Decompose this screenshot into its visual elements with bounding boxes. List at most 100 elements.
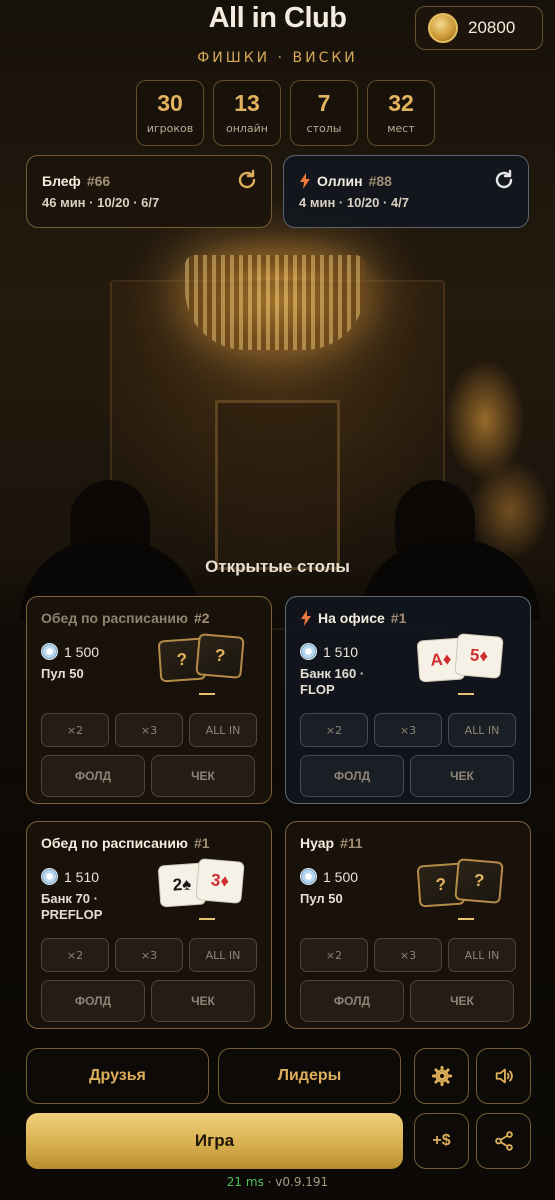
recent-table-name: Блеф #66 [42,173,256,189]
stat-label: мест [387,122,415,135]
x2-button[interactable]: ×2 [41,938,109,972]
table-chips: 1 510 [41,868,141,885]
action-buttons: ФОЛД ЧЕК [41,980,255,1022]
recent-table-title: Блеф [42,173,81,189]
table-name: Обед по расписанию #1 [41,834,257,852]
check-button[interactable]: ЧЕК [410,980,514,1022]
stat-value: 7 [317,90,331,116]
friends-button[interactable]: Друзья [26,1048,209,1104]
all-in-button[interactable]: ALL IN [448,713,516,747]
bolt-icon [300,173,310,189]
table-pot: Пул 50 [41,666,84,681]
x2-button[interactable]: ×2 [300,938,368,972]
x3-button[interactable]: ×3 [374,713,442,747]
fold-button[interactable]: ФОЛД [300,980,404,1022]
chips-value: 1 500 [323,868,359,885]
check-button[interactable]: ЧЕК [151,980,255,1022]
recent-table-number: #66 [86,173,111,189]
all-in-button[interactable]: ALL IN [189,713,257,747]
stat-online: 13 онлайн [213,80,281,146]
chips-value: 1 500 [64,643,100,660]
leaders-button[interactable]: Лидеры [218,1048,401,1104]
table-card[interactable]: Нуар #11 1 500 Пул 50 ? ? ×2 ×3 ALL IN ФО… [285,821,531,1029]
chips-value: 1 510 [64,868,100,885]
stats-bar: 30 игроков 13 онлайн 7 столы 32 мест [136,80,435,146]
hole-cards: ? ? [157,633,251,683]
table-number: #11 [340,835,363,851]
table-card[interactable]: Обед по расписанию #2 1 500 Пул 50 ? ? ×2… [26,596,272,804]
raise-buttons: ×2 ×3 ALL IN [300,713,516,747]
stat-players: 30 игроков [136,80,204,146]
table-title: Нуар [300,835,335,851]
x3-button[interactable]: ×3 [115,713,183,747]
play-button[interactable]: Игра [26,1113,403,1169]
stat-label: онлайн [225,122,269,135]
table-info: 1 510 Банк 160 · FLOP [300,643,400,698]
x2-button[interactable]: ×2 [300,713,368,747]
all-in-button[interactable]: ALL IN [448,938,516,972]
table-chips: 1 500 [300,868,400,885]
card-back: ? [454,858,504,904]
table-name: На офисе #1 [300,609,516,627]
recent-table-meta: 4 мин · 10/20 · 4/7 [299,195,410,210]
chip-icon [300,643,317,660]
balance-badge[interactable]: 20800 [415,6,543,50]
raise-buttons: ×2 ×3 ALL IN [41,938,257,972]
sound-button[interactable] [476,1048,531,1104]
table-title: Обед по расписанию [41,835,188,851]
card-back: ? [195,633,245,679]
hole-cards: 2♠ 3♦ [157,858,251,908]
raise-buttons: ×2 ×3 ALL IN [300,938,516,972]
check-button[interactable]: ЧЕК [410,755,514,797]
chip-icon [300,868,317,885]
share-button[interactable] [476,1113,531,1169]
table-info: 1 510 Банк 70 · PREFLOP [41,868,141,923]
x3-button[interactable]: ×3 [115,938,183,972]
hole-cards: ? ? [416,858,510,908]
x2-button[interactable]: ×2 [41,713,109,747]
recent-table-card-1[interactable]: Блеф #66 46 мин · 10/20 · 6/7 [26,155,272,228]
coin-icon [428,13,458,43]
version-label: v0.9.191 [275,1175,329,1189]
table-info: 1 500 Пул 50 [41,643,141,682]
check-button[interactable]: ЧЕК [151,755,255,797]
settings-button[interactable] [414,1048,469,1104]
speaker-icon [495,1068,513,1084]
stat-label: столы [306,122,342,135]
turn-indicator [458,693,474,695]
stat-value: 32 [388,90,414,116]
table-name: Обед по расписанию #2 [41,609,257,627]
turn-indicator [199,918,215,920]
stat-value: 13 [234,90,260,116]
action-buttons: ФОЛД ЧЕК [300,980,514,1022]
chip-icon [41,868,58,885]
balance-value: 20800 [468,18,516,37]
fold-button[interactable]: ФОЛД [300,755,404,797]
table-title: Обед по расписанию [41,610,188,626]
table-card[interactable]: Обед по расписанию #1 1 510 Банк 70 · PRE… [26,821,272,1029]
playing-card: 3♦ [195,858,245,904]
table-number: #1 [193,835,210,851]
turn-indicator [199,693,215,695]
recent-table-card-2[interactable]: Оллин #88 4 мин · 10/20 · 4/7 [283,155,529,228]
table-info: 1 500 Пул 50 [300,868,400,907]
action-buttons: ФОЛД ЧЕК [41,755,255,797]
add-money-button[interactable]: +$ [414,1113,469,1169]
refresh-icon[interactable] [492,168,516,192]
playing-card: 5♦ [454,633,504,679]
recent-table-title: Оллин [317,173,363,189]
table-pot: Банк 160 · FLOP [300,666,365,697]
fold-button[interactable]: ФОЛД [41,980,145,1022]
stat-value: 30 [157,90,183,116]
table-number: #1 [390,610,407,626]
app-subtitle: ФИШКИ · ВИСКИ [197,50,358,66]
recent-table-number: #88 [368,173,392,189]
all-in-button[interactable]: ALL IN [189,938,257,972]
refresh-icon[interactable] [235,168,259,192]
table-chips: 1 500 [41,643,141,660]
x3-button[interactable]: ×3 [374,938,442,972]
table-card[interactable]: На офисе #1 1 510 Банк 160 · FLOP A♦ 5♦ ×… [285,596,531,804]
stat-label: игроков [146,122,194,135]
chips-value: 1 510 [323,643,359,660]
fold-button[interactable]: ФОЛД [41,755,145,797]
